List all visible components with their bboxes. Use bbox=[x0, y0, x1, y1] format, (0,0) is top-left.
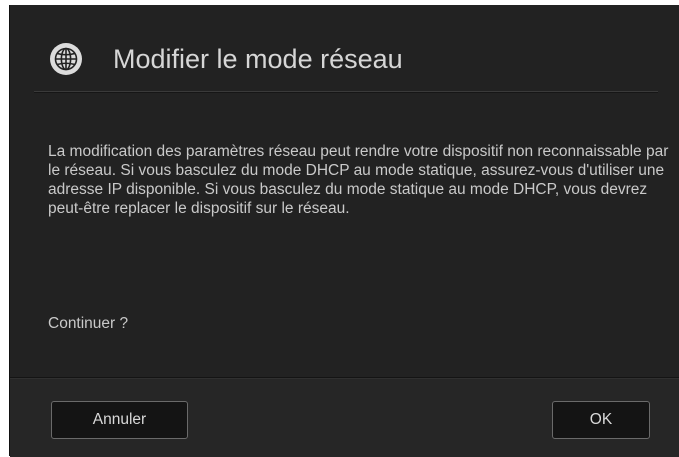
dialog-footer: Annuler OK bbox=[10, 377, 679, 457]
cancel-button[interactable]: Annuler bbox=[51, 401, 188, 439]
dialog-title: Modifier le mode réseau bbox=[113, 44, 403, 74]
globe-icon bbox=[50, 43, 82, 75]
header-divider bbox=[34, 91, 658, 93]
dialog-header: Modifier le mode réseau bbox=[10, 5, 679, 91]
warning-message: La modification des paramètres réseau pe… bbox=[48, 143, 669, 217]
confirm-question: Continuer ? bbox=[48, 315, 129, 332]
ok-button[interactable]: OK bbox=[552, 401, 650, 439]
network-mode-dialog: Modifier le mode réseau La modification … bbox=[9, 5, 679, 457]
